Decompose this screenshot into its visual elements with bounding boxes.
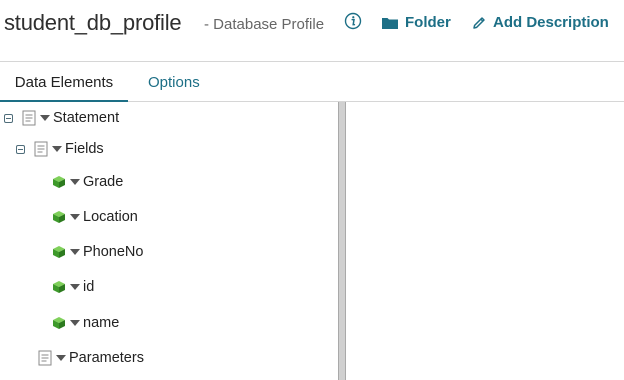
tree-node-field[interactable]: id (52, 277, 98, 297)
tree-node-label: Fields (65, 141, 104, 157)
caret-down-icon[interactable] (40, 115, 50, 121)
collapse-icon[interactable] (4, 113, 13, 123)
folder-button[interactable]: Folder (381, 14, 451, 31)
tab-bar: Data Elements Options (0, 62, 624, 102)
tab-options[interactable]: Options (148, 62, 200, 102)
page-subtitle: - Database Profile (204, 16, 325, 33)
tab-data-elements[interactable]: Data Elements (0, 62, 128, 102)
tree-node-statement[interactable]: Statement (4, 108, 123, 128)
tree-node-label: Statement (53, 110, 120, 126)
cube-icon (53, 317, 65, 329)
add-description-label: Add Description (493, 14, 609, 31)
tree-node-label: Parameters (69, 350, 144, 366)
data-elements-tree: Statement Fields Grade Location PhoneNo … (0, 102, 338, 380)
cube-icon (53, 281, 65, 293)
tree-node-field[interactable]: name (52, 313, 123, 333)
caret-down-icon[interactable] (70, 179, 80, 185)
info-icon[interactable] (344, 12, 362, 30)
tree-node-field[interactable]: Location (52, 207, 142, 227)
tree-node-fields[interactable]: Fields (16, 139, 108, 159)
add-description-button[interactable]: Add Description (471, 14, 609, 31)
tree-node-field[interactable]: Grade (52, 172, 127, 192)
folder-icon (382, 17, 398, 29)
document-icon (38, 350, 52, 366)
tree-node-field[interactable]: PhoneNo (52, 242, 147, 262)
caret-down-icon[interactable] (70, 284, 80, 290)
tree-node-label: id (83, 279, 95, 295)
cube-icon (53, 176, 65, 188)
caret-down-icon[interactable] (70, 320, 80, 326)
collapse-icon[interactable] (16, 144, 25, 154)
caret-down-icon[interactable] (52, 146, 62, 152)
details-pane (346, 102, 624, 380)
tree-node-parameters[interactable]: Parameters (38, 348, 148, 368)
caret-down-icon[interactable] (70, 214, 80, 220)
tree-node-label: name (83, 315, 120, 331)
document-icon (34, 141, 48, 157)
folder-label: Folder (405, 14, 451, 31)
document-icon (22, 110, 36, 126)
caret-down-icon[interactable] (56, 355, 66, 361)
cube-icon (53, 211, 65, 223)
cube-icon (53, 246, 65, 258)
page-header: student_db_profile - Database Profile Fo… (0, 0, 624, 62)
caret-down-icon[interactable] (70, 249, 80, 255)
tree-node-label: PhoneNo (83, 244, 144, 260)
pane-splitter[interactable] (338, 102, 346, 380)
page-title: student_db_profile (4, 10, 182, 35)
tree-node-label: Grade (83, 174, 124, 190)
tree-node-label: Location (83, 209, 138, 225)
pencil-icon (473, 16, 485, 29)
